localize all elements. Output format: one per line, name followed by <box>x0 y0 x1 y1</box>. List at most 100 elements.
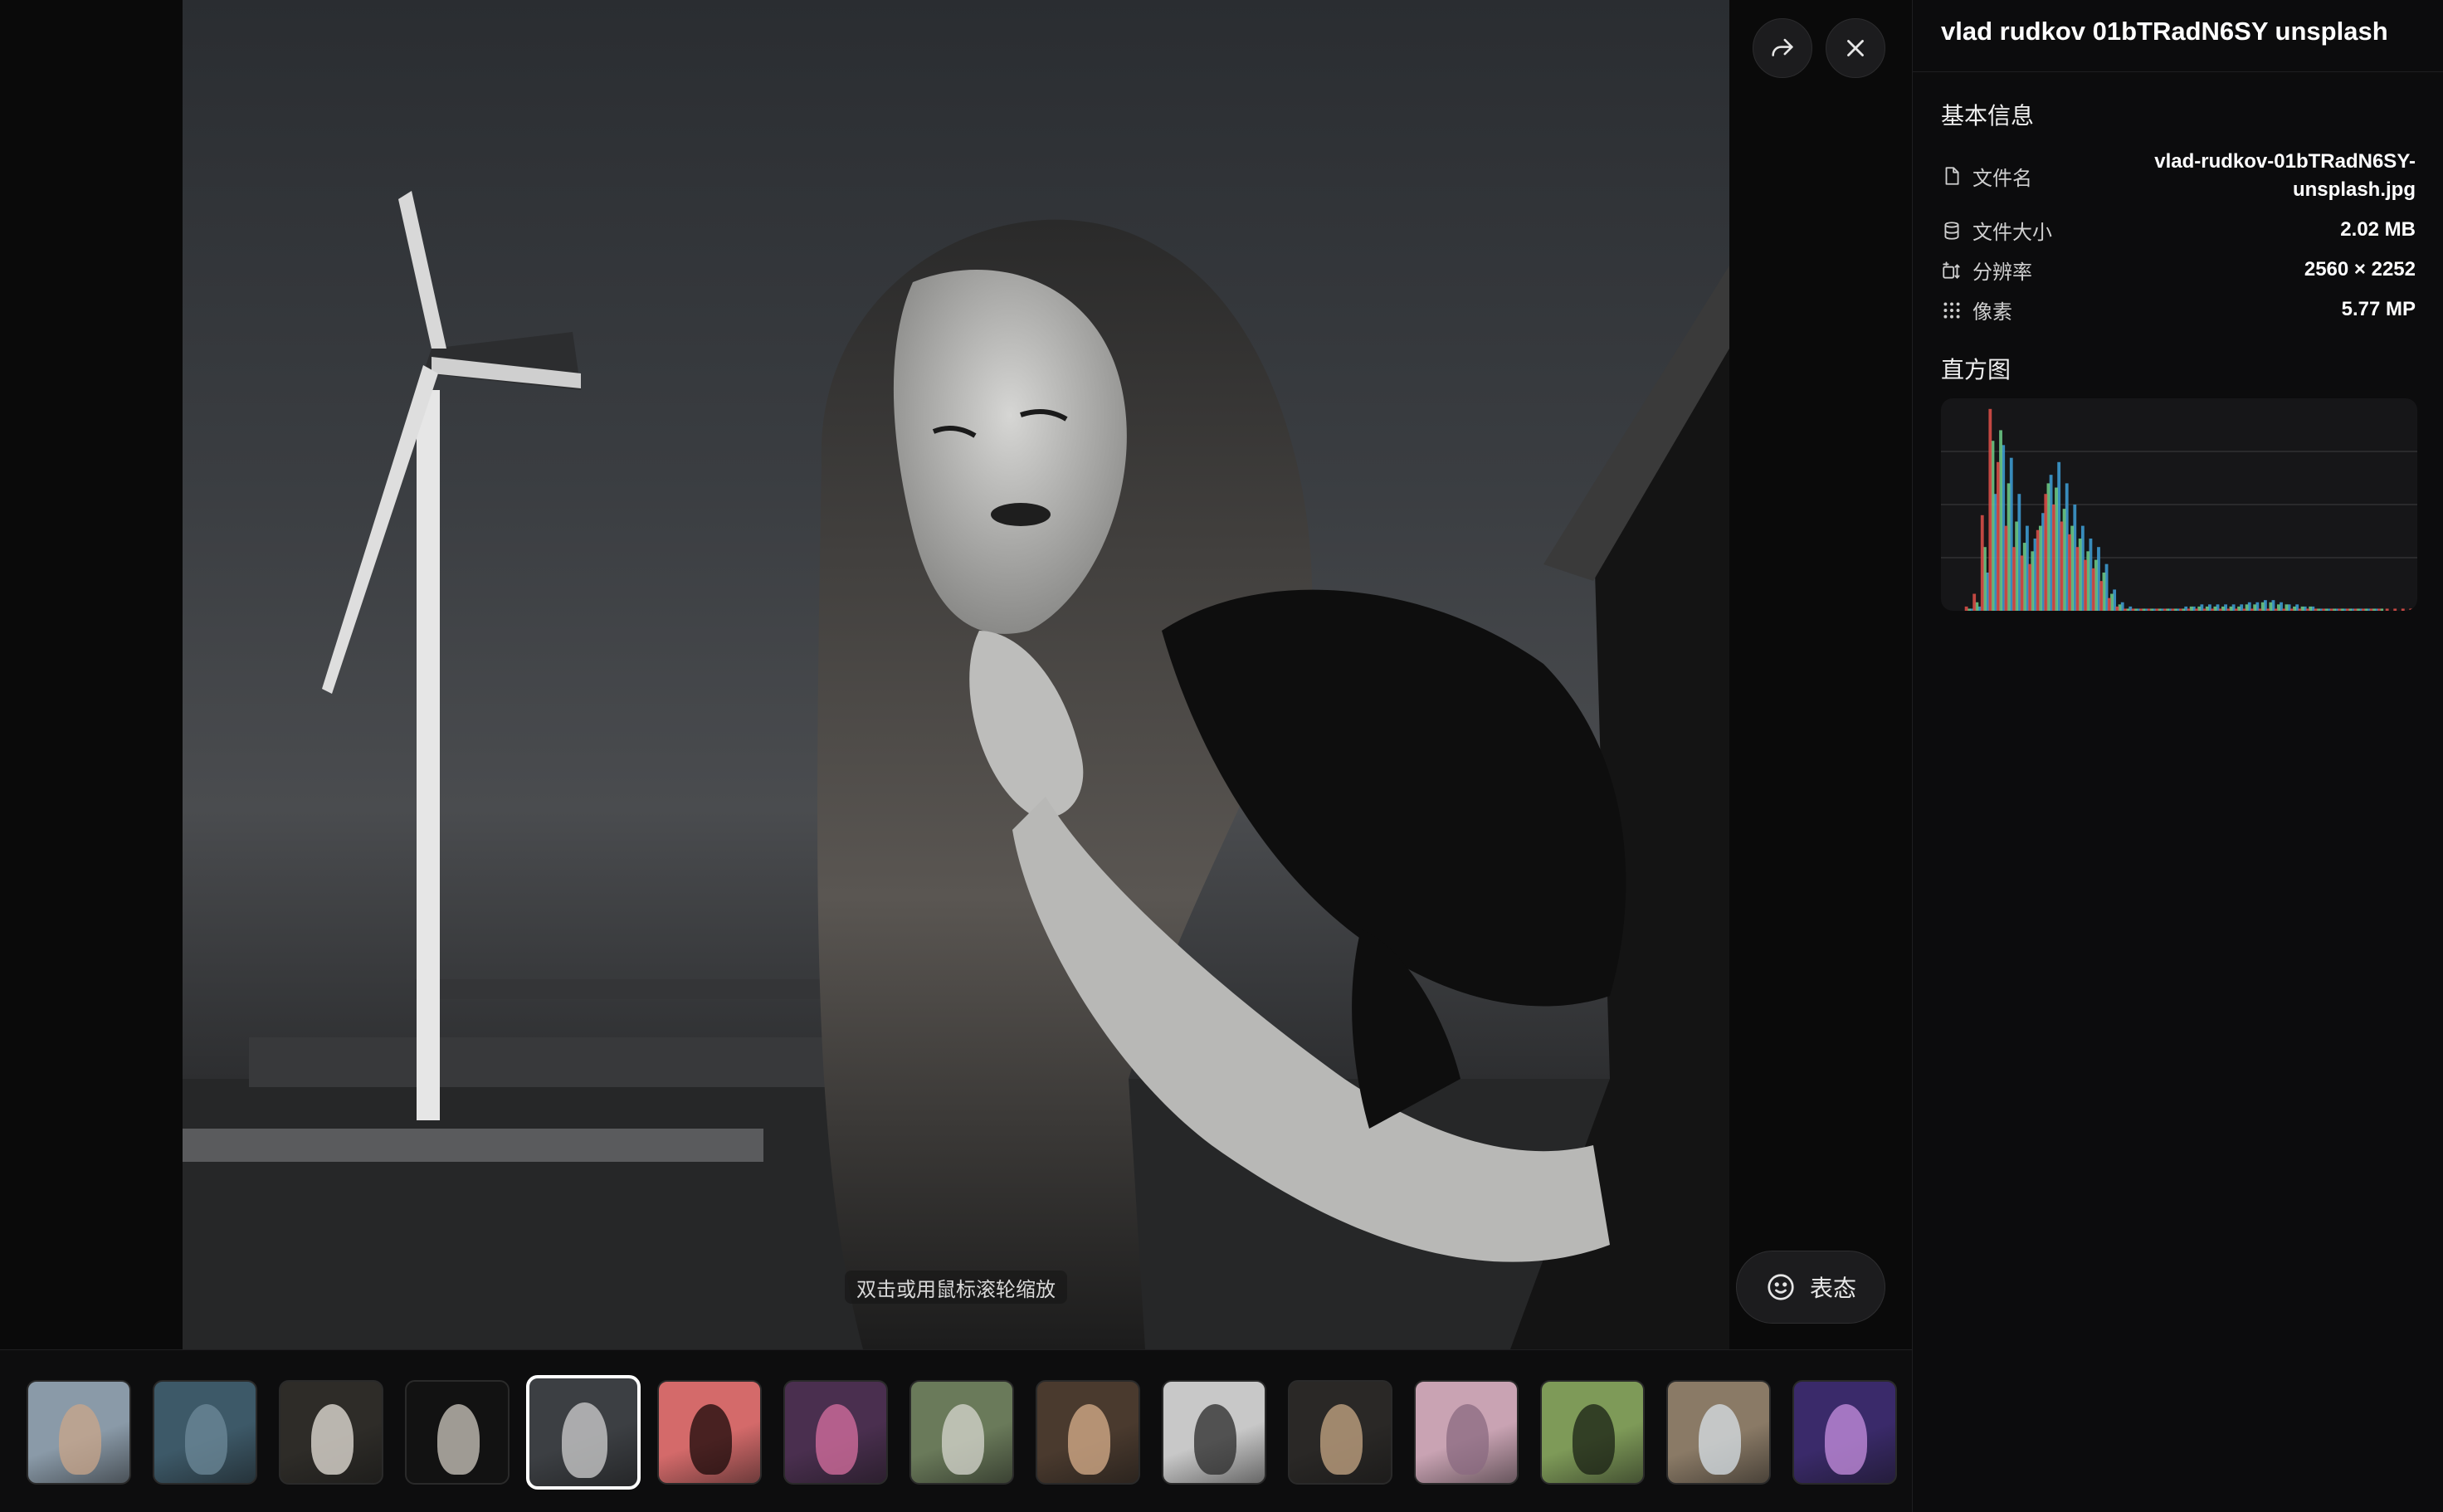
histogram-bar-red <box>2091 568 2095 611</box>
histogram-bar-red <box>2051 505 2055 611</box>
thumbnail-subject <box>941 1403 984 1475</box>
histogram-title: 直方图 <box>1941 356 2011 383</box>
row-filesize: 文件大小 2.02 MB <box>1941 216 2416 245</box>
filesize-key: 文件大小 <box>1972 221 2052 244</box>
histogram-bar-red <box>2377 608 2381 611</box>
thumbnail-dried-flowers-card[interactable] <box>1666 1380 1771 1485</box>
grid-icon <box>1943 301 1960 319</box>
histogram-bar-red <box>2099 581 2104 611</box>
thumbnail-red-abstract-curve[interactable] <box>657 1380 762 1485</box>
histogram-bar-red <box>2060 521 2064 611</box>
thumbnail-neon-street-night[interactable] <box>783 1380 888 1485</box>
thumbnail-ocean-waves[interactable] <box>153 1380 257 1485</box>
histogram-bar-red <box>2393 608 2397 611</box>
panel-title: vlad rudkov 01bTRadN6SY unsplash <box>1941 17 2388 46</box>
thumbnail-woman-in-field[interactable] <box>909 1380 1014 1485</box>
histogram-bar-red <box>2075 547 2080 611</box>
resolution-value: 2560 × 2252 <box>2304 258 2416 280</box>
histogram-bar-red <box>2179 608 2182 611</box>
thumbnail-subject <box>562 1402 607 1478</box>
histogram-bar-red <box>2329 608 2333 611</box>
filename-value-line1: vlad-rudkov-01bTRadN6SY- <box>2154 150 2416 173</box>
thumbnail-pink-clouds[interactable] <box>1414 1380 1519 1485</box>
thumbnail-table-still-life[interactable] <box>279 1380 383 1485</box>
filename-value-line2: unsplash.jpg <box>2292 178 2416 201</box>
histogram-bar-red <box>2211 608 2215 611</box>
info-panel: vlad rudkov 01bTRadN6SY unsplash 基本信息 文件… <box>1912 0 2443 1512</box>
histogram-bar-red <box>2028 563 2032 611</box>
histogram-bar-red <box>2163 608 2167 611</box>
zoom-hint: 双击或用鼠标滚轮缩放 <box>845 1271 1067 1304</box>
thumbnail-strip[interactable] <box>0 1349 1912 1512</box>
main-photo[interactable] <box>183 0 1729 1349</box>
histogram-bar-red <box>2250 608 2254 611</box>
histogram-bar-red <box>2195 608 2198 611</box>
pixels-value: 5.77 MP <box>2341 298 2416 320</box>
filename-value: vlad-rudkov-01bTRadN6SY- unsplash.jpg <box>2154 148 2416 204</box>
react-button[interactable]: 表态 <box>1736 1251 1885 1324</box>
histogram-bar-red <box>2409 608 2413 611</box>
database-icon <box>1944 221 1959 240</box>
histogram-bar-red <box>2012 547 2016 611</box>
histogram-bar-red <box>2385 608 2389 611</box>
histogram-bar-red <box>2139 608 2143 611</box>
histogram-bar-red <box>2234 608 2238 611</box>
thumbnail-purple-neon-figure[interactable] <box>1792 1380 1897 1485</box>
histogram-bar-red <box>1996 461 2000 611</box>
image-viewer[interactable]: 双击或用鼠标滚轮缩放 表态 <box>0 0 1912 1349</box>
histogram-bar-red <box>2353 608 2358 611</box>
histogram-bar-red <box>2004 525 2008 611</box>
share-icon <box>1772 38 1793 56</box>
thumbnail-subject <box>1698 1403 1741 1475</box>
histogram-bar-red <box>2124 608 2127 611</box>
thumbnail-subject <box>1067 1403 1110 1475</box>
histogram-bar-red <box>2314 608 2318 611</box>
histogram-bar-red <box>2068 534 2071 611</box>
histogram <box>1941 398 2417 611</box>
histogram-bar-red <box>2306 608 2309 611</box>
share-button[interactable] <box>1753 18 1812 78</box>
histogram-bar-red <box>1972 593 1977 611</box>
thumbnail-subject <box>1193 1403 1236 1475</box>
histogram-bar-red <box>2084 559 2088 611</box>
histogram-bar-red <box>2258 608 2262 611</box>
row-filename: 文件名 vlad-rudkov-01bTRadN6SY- unsplash.jp… <box>1941 148 2416 204</box>
react-label: 表态 <box>1809 1275 1856 1302</box>
histogram-bar-red <box>2044 494 2048 611</box>
close-button[interactable] <box>1826 18 1885 78</box>
thumbnail-subject <box>1824 1403 1867 1475</box>
histogram-bar-red <box>2187 608 2191 611</box>
histogram-bar-red <box>2115 606 2119 611</box>
histogram-bar-red <box>2338 608 2342 611</box>
thumbnail-woman-lying-bw[interactable] <box>1162 1380 1266 1485</box>
thumbnail-woman-windmill-bw[interactable] <box>526 1375 641 1490</box>
thumbnail-woman-black-hat[interactable] <box>1288 1380 1392 1485</box>
thumbnail-green-creature[interactable] <box>1540 1380 1645 1485</box>
histogram-bar-red <box>1980 515 1984 611</box>
histogram-bar-red <box>2274 608 2278 611</box>
resolution-icon <box>1943 261 1960 279</box>
row-pixels: 像素 5.77 MP <box>1941 295 2416 324</box>
histogram-bar-red <box>2036 529 2040 611</box>
thumbnail-subject <box>58 1403 101 1475</box>
histogram-bar-red <box>2322 608 2326 611</box>
photo-illustration <box>183 191 1729 1349</box>
histogram-bar-red <box>2345 608 2349 611</box>
thumbnail-champagne-glass[interactable] <box>405 1380 510 1485</box>
resolution-key: 分辨率 <box>1972 261 2032 284</box>
filesize-value: 2.02 MB <box>2340 218 2416 241</box>
pixels-key: 像素 <box>1972 300 2012 324</box>
thumbnail-blonde-portrait[interactable] <box>1036 1380 1140 1485</box>
histogram-bar-red <box>2242 608 2246 611</box>
thumbnail-subject <box>1319 1403 1363 1475</box>
histogram-bar-red <box>2401 608 2405 611</box>
close-icon <box>1847 40 1864 56</box>
histogram-bar-red <box>2107 597 2111 611</box>
filename-key: 文件名 <box>1972 166 2032 190</box>
histogram-bar-red <box>2171 608 2175 611</box>
thumbnail-portrait-woman-denim[interactable] <box>27 1380 131 1485</box>
histogram-bar-red <box>2226 608 2231 611</box>
basic-info-title: 基本信息 <box>1941 102 2035 129</box>
thumbnail-subject <box>1572 1403 1615 1475</box>
thumbnail-subject <box>689 1403 732 1475</box>
